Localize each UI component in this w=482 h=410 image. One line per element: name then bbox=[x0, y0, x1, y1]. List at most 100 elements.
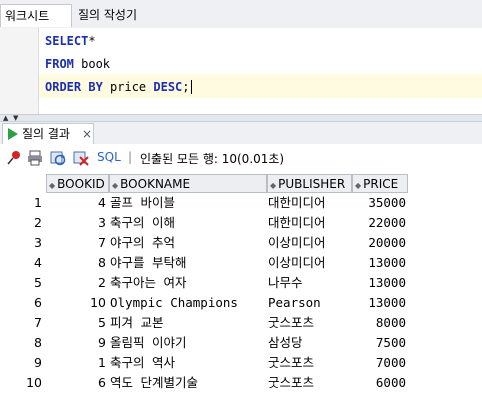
result-toolbar: SQL | 인출된 모든 행: 10(0.01초) bbox=[0, 144, 482, 173]
cell-price[interactable]: 22000 bbox=[352, 213, 406, 233]
delete-icon[interactable] bbox=[73, 150, 89, 166]
sql-keyword: SELECT bbox=[45, 34, 89, 48]
cell-bookid[interactable]: 7 bbox=[46, 233, 106, 253]
cell-bookid[interactable]: 4 bbox=[46, 193, 106, 213]
close-icon[interactable]: × bbox=[82, 124, 92, 144]
cell-bookname[interactable]: 야구의 추억 bbox=[110, 233, 266, 253]
cell-bookname[interactable]: 축구의 이해 bbox=[110, 213, 266, 233]
table-row[interactable]: 4 8 야구를 부탁해 이상미디어 13000 bbox=[0, 253, 482, 273]
cell-bookname[interactable]: 올림픽 이야기 bbox=[110, 333, 266, 353]
cell-bookname[interactable]: 축구의 역사 bbox=[110, 353, 266, 373]
table-row[interactable]: 3 7 야구의 추억 이상미디어 20000 bbox=[0, 233, 482, 253]
cell-bookid[interactable]: 6 bbox=[46, 373, 106, 393]
cell-price[interactable]: 7500 bbox=[352, 333, 406, 353]
pane-splitter[interactable]: ▲ ▼ bbox=[0, 114, 482, 122]
sort-icon[interactable]: ◆ bbox=[355, 181, 361, 190]
table-row[interactable]: 5 2 축구아는 여자 나무수 13000 bbox=[0, 273, 482, 293]
table-row[interactable]: 1 4 골프 바이블 대한미디어 35000 bbox=[0, 193, 482, 213]
cell-publisher[interactable]: 이상미디어 bbox=[268, 253, 352, 273]
column-header-label: PRICE bbox=[363, 177, 399, 191]
sql-text: price bbox=[102, 80, 154, 94]
column-header-label: PUBLISHER bbox=[278, 177, 346, 191]
row-number: 7 bbox=[34, 315, 42, 330]
cell-price[interactable]: 8000 bbox=[352, 313, 406, 333]
sort-icon[interactable]: ◆ bbox=[112, 181, 118, 190]
cell-price[interactable]: 13000 bbox=[352, 293, 406, 313]
row-number: 6 bbox=[34, 295, 42, 310]
column-header-bookname[interactable]: ◆ BOOKNAME bbox=[109, 174, 267, 193]
code-line-2: FROM book bbox=[45, 53, 110, 75]
cell-publisher[interactable]: 대한미디어 bbox=[268, 213, 352, 233]
text-cursor bbox=[190, 80, 192, 94]
tab-query-builder[interactable]: 질의 작성기 bbox=[78, 4, 188, 27]
table-row[interactable]: 6 10 Olympic Champions Pearson 13000 bbox=[0, 293, 482, 313]
cell-bookname[interactable]: 야구를 부탁해 bbox=[110, 253, 266, 273]
row-number: 1 bbox=[34, 195, 42, 210]
sql-text: ; bbox=[182, 80, 190, 94]
cell-publisher[interactable]: 굿스포츠 bbox=[268, 373, 352, 393]
column-header-price[interactable]: ◆ PRICE bbox=[352, 174, 408, 193]
table-row[interactable]: 10 6 역도 단계별기술 굿스포츠 6000 bbox=[0, 373, 482, 393]
cell-price[interactable]: 20000 bbox=[352, 233, 406, 253]
cell-price[interactable]: 7000 bbox=[352, 353, 406, 373]
cell-price[interactable]: 6000 bbox=[352, 373, 406, 393]
cell-publisher[interactable]: 대한미디어 bbox=[268, 193, 352, 213]
row-number: 2 bbox=[34, 215, 42, 230]
table-row[interactable]: 8 9 올림픽 이야기 삼성당 7500 bbox=[0, 333, 482, 353]
tab-query-result[interactable]: 질의 결과 × bbox=[2, 123, 94, 144]
cell-publisher[interactable]: 굿스포츠 bbox=[268, 353, 352, 373]
refresh-icon[interactable] bbox=[50, 150, 66, 166]
cell-bookname[interactable]: 축구아는 여자 bbox=[110, 273, 266, 293]
row-number: 4 bbox=[34, 255, 42, 270]
cell-bookname[interactable]: 골프 바이블 bbox=[110, 193, 266, 213]
column-header-label: BOOKID bbox=[57, 177, 105, 191]
cell-bookname[interactable]: 피겨 교본 bbox=[110, 313, 266, 333]
tab-worksheet[interactable]: 워크시트 bbox=[0, 4, 72, 27]
cell-price[interactable]: 13000 bbox=[352, 273, 406, 293]
column-header-bookid[interactable]: ◆ BOOKID bbox=[46, 174, 109, 193]
sort-icon[interactable]: ◆ bbox=[270, 181, 276, 190]
cell-publisher[interactable]: 이상미디어 bbox=[268, 233, 352, 253]
editor-gutter bbox=[0, 28, 39, 114]
collapse-down-icon[interactable]: ▼ bbox=[13, 115, 18, 122]
pin-icon[interactable] bbox=[6, 150, 22, 166]
column-header-publisher[interactable]: ◆ PUBLISHER bbox=[267, 174, 352, 193]
sql-keyword: ORDER BY bbox=[45, 80, 103, 94]
row-number: 8 bbox=[34, 335, 42, 350]
cell-bookid[interactable]: 9 bbox=[46, 333, 106, 353]
sql-text: book bbox=[73, 57, 111, 71]
run-icon bbox=[8, 128, 18, 140]
sql-keyword: DESC bbox=[153, 80, 183, 94]
cell-bookid[interactable]: 10 bbox=[46, 293, 106, 313]
cell-bookname[interactable]: 역도 단계별기술 bbox=[110, 373, 266, 393]
cell-publisher[interactable]: Pearson bbox=[268, 293, 352, 313]
fetch-status: 인출된 모든 행: 10(0.01초) bbox=[140, 152, 285, 166]
cell-price[interactable]: 13000 bbox=[352, 253, 406, 273]
code-line-3: ORDER BY price DESC; bbox=[45, 76, 192, 98]
editor-tab-bar: 워크시트 질의 작성기 bbox=[0, 0, 482, 29]
cell-bookid[interactable]: 8 bbox=[46, 253, 106, 273]
cell-publisher[interactable]: 굿스포츠 bbox=[268, 313, 352, 333]
row-number: 5 bbox=[34, 275, 42, 290]
cell-bookname[interactable]: Olympic Champions bbox=[110, 293, 266, 313]
cell-bookid[interactable]: 1 bbox=[46, 353, 106, 373]
print-icon[interactable] bbox=[27, 150, 43, 166]
cell-price[interactable]: 35000 bbox=[352, 193, 406, 213]
cell-bookid[interactable]: 3 bbox=[46, 213, 106, 233]
result-tab-bar: 질의 결과 × bbox=[0, 122, 482, 145]
sql-button[interactable]: SQL bbox=[97, 150, 121, 164]
sort-icon[interactable]: ◆ bbox=[49, 181, 55, 190]
column-header-label: BOOKNAME bbox=[120, 177, 191, 191]
table-row[interactable]: 7 5 피겨 교본 굿스포츠 8000 bbox=[0, 313, 482, 333]
toolbar-separator: | bbox=[128, 150, 133, 164]
collapse-up-icon[interactable]: ▲ bbox=[3, 115, 8, 122]
result-grid[interactable]: ◆ BOOKID ◆ BOOKNAME ◆ PUBLISHER ◆ PRICE 1 4 골프… bbox=[0, 172, 482, 410]
table-row[interactable]: 9 1 축구의 역사 굿스포츠 7000 bbox=[0, 353, 482, 373]
cell-bookid[interactable]: 2 bbox=[46, 273, 106, 293]
cell-bookid[interactable]: 5 bbox=[46, 313, 106, 333]
cell-publisher[interactable]: 나무수 bbox=[268, 273, 352, 293]
cell-publisher[interactable]: 삼성당 bbox=[268, 333, 352, 353]
sql-editor[interactable]: SELECT* FROM book ORDER BY price DESC; bbox=[0, 28, 482, 114]
row-number: 10 bbox=[26, 375, 42, 390]
table-row[interactable]: 2 3 축구의 이해 대한미디어 22000 bbox=[0, 213, 482, 233]
